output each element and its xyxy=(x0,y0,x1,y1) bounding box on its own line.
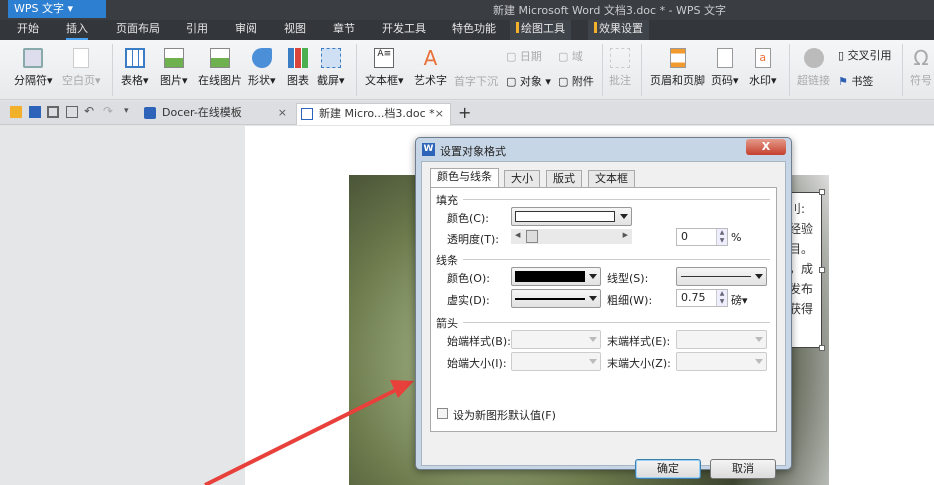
right-arrow-icon: ▶ xyxy=(622,231,628,239)
end-style-dropdown[interactable] xyxy=(676,330,767,349)
chevron-down-icon xyxy=(755,359,763,364)
divider xyxy=(463,259,770,260)
chevron-down-icon xyxy=(589,337,597,342)
chevron-down-icon xyxy=(755,337,763,342)
tab-color-lines[interactable]: 颜色与线条 xyxy=(430,168,499,188)
dialog-body: 颜色与线条 大小 版式 文本框 填充 颜色(C): 透明度(T): ◀ ▶ 0 ▲ ▼… xyxy=(421,161,786,479)
fill-heading: 填充 xyxy=(436,194,458,207)
line-preview xyxy=(515,298,585,300)
tab-textbox[interactable]: 文本框 xyxy=(588,170,635,187)
default-checkbox[interactable] xyxy=(437,408,448,419)
arrows-heading: 箭头 xyxy=(436,317,458,330)
tab-panel: 填充 颜色(C): 透明度(T): ◀ ▶ 0 ▲ ▼ % 线条 颜色(O): 线型(… xyxy=(430,187,777,432)
format-object-dialog: W 设置对象格式 X 颜色与线条 大小 版式 文本框 填充 颜色(C): 透明度… xyxy=(415,137,792,479)
chevron-down-icon xyxy=(755,274,763,279)
weight-input[interactable]: 0.75 ▲ ▼ xyxy=(676,289,728,307)
dash-dropdown[interactable] xyxy=(511,289,601,308)
begin-style-dropdown[interactable] xyxy=(511,330,601,349)
dialog-title: 设置对象格式 xyxy=(440,145,506,158)
color-swatch xyxy=(515,211,615,222)
transparency-input[interactable]: 0 ▲ ▼ xyxy=(676,228,728,246)
left-arrow-icon: ◀ xyxy=(515,231,521,239)
weight-unit-dropdown[interactable]: 磅▾ xyxy=(731,292,748,308)
tab-size[interactable]: 大小 xyxy=(504,170,540,187)
end-size-dropdown[interactable] xyxy=(676,352,767,371)
color-swatch xyxy=(515,271,585,282)
percent-unit: % xyxy=(731,231,742,244)
line-color-dropdown[interactable] xyxy=(511,267,601,286)
ok-button[interactable]: 确定 xyxy=(635,459,701,479)
begin-size-label: 始端大小(I): xyxy=(447,357,507,370)
chevron-down-icon xyxy=(620,214,628,219)
begin-style-label: 始端样式(B): xyxy=(447,335,511,348)
transparency-label: 透明度(T): xyxy=(447,233,500,246)
line-color-label: 颜色(O): xyxy=(447,272,490,285)
transparency-slider[interactable]: ◀ ▶ xyxy=(511,229,632,244)
chevron-down-icon xyxy=(589,274,597,279)
value: 0 xyxy=(681,230,688,243)
fill-color-dropdown[interactable] xyxy=(511,207,632,226)
close-button[interactable]: X xyxy=(746,139,786,155)
weight-label: 粗细(W): xyxy=(607,294,653,307)
value: 0.75 xyxy=(681,291,706,304)
tab-layout[interactable]: 版式 xyxy=(546,170,582,187)
line-style-dropdown[interactable] xyxy=(676,267,767,286)
dash-label: 虚实(D): xyxy=(447,294,490,307)
cancel-button[interactable]: 取消 xyxy=(710,459,776,479)
chevron-down-icon xyxy=(589,296,597,301)
line-style-label: 线型(S): xyxy=(607,272,649,285)
begin-size-dropdown[interactable] xyxy=(511,352,601,371)
divider xyxy=(463,199,770,200)
spinner-icon[interactable]: ▲ ▼ xyxy=(716,229,727,245)
slider-thumb[interactable] xyxy=(526,230,538,243)
end-style-label: 末端样式(E): xyxy=(607,335,671,348)
fill-color-label: 颜色(C): xyxy=(447,212,489,225)
chevron-down-icon xyxy=(589,359,597,364)
end-size-label: 末端大小(Z): xyxy=(607,357,671,370)
line-preview xyxy=(681,276,751,277)
divider xyxy=(463,322,770,323)
line-heading: 线条 xyxy=(436,254,458,267)
spinner-icon[interactable]: ▲ ▼ xyxy=(716,290,727,306)
wps-icon: W xyxy=(422,143,435,156)
default-checkbox-label: 设为新图形默认值(F) xyxy=(453,409,556,422)
